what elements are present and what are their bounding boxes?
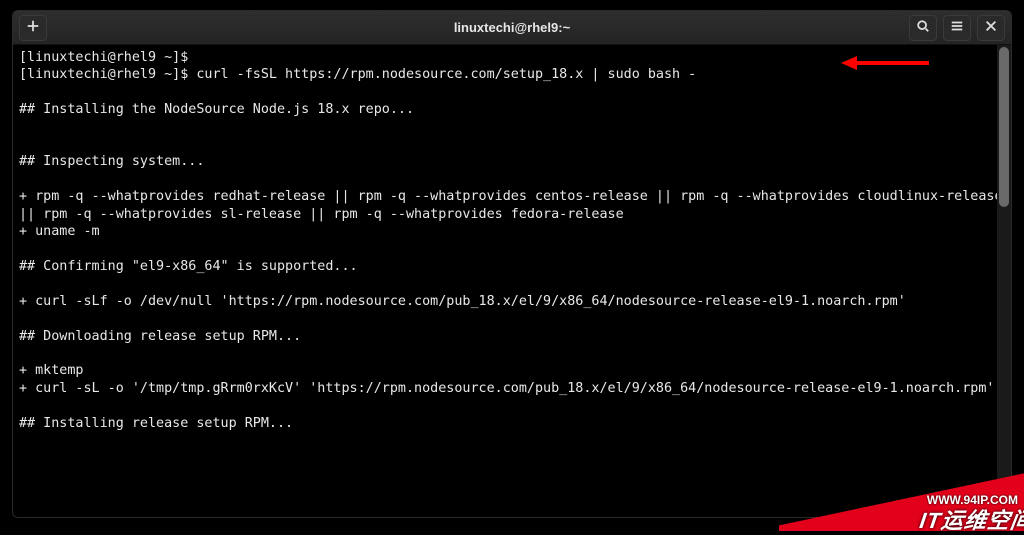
- window-title: linuxtechi@rhel9:~: [139, 20, 885, 35]
- titlebar[interactable]: linuxtechi@rhel9:~: [13, 11, 1011, 45]
- watermark-brand: IT运维空间: [918, 503, 1024, 535]
- menu-button[interactable]: [943, 15, 971, 41]
- terminal-window: linuxtechi@rhel9:~ [linuxtechi@rhel9 ~]$…: [12, 10, 1012, 518]
- scrollbar-thumb[interactable]: [999, 47, 1009, 207]
- annotation-arrow: [841, 53, 931, 73]
- terminal-output[interactable]: [linuxtechi@rhel9 ~]$ [linuxtechi@rhel9 …: [13, 45, 1011, 517]
- search-button[interactable]: [909, 15, 937, 41]
- close-icon: [984, 19, 998, 36]
- hamburger-icon: [950, 19, 964, 36]
- search-icon: [916, 19, 930, 36]
- plus-icon: [26, 19, 40, 36]
- close-button[interactable]: [977, 15, 1005, 41]
- new-tab-button[interactable]: [19, 15, 47, 41]
- scrollbar[interactable]: [997, 45, 1011, 517]
